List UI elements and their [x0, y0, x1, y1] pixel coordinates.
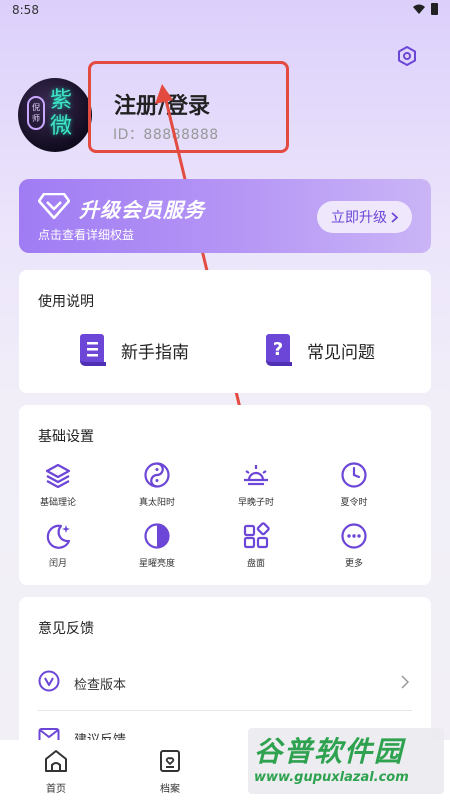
feedback-title: 意见反馈	[38, 621, 94, 637]
sunrise-icon	[244, 465, 268, 486]
faq-item[interactable]: ? 常见问题	[263, 332, 375, 368]
status-icons	[413, 3, 438, 15]
grid-label: 真太阳时	[138, 498, 175, 508]
nav-archive[interactable]: 档案	[130, 740, 210, 800]
avatar-seal: 倪师	[27, 96, 45, 130]
grid-item-leap-month[interactable]: 闰月	[18, 522, 98, 569]
status-bar: 8:58	[0, 0, 450, 22]
faq-label: 常见问题	[307, 342, 375, 363]
avatar[interactable]: 倪师 紫微	[18, 78, 92, 152]
moon-icon	[46, 524, 71, 549]
book-icon	[80, 334, 106, 366]
upgrade-now-label: 立即升级	[331, 210, 387, 226]
watermark: 谷普软件园 www.gupuxlazal.com	[248, 728, 444, 794]
grid-label: 星曜亮度	[138, 559, 175, 569]
grid-label: 基础理论	[39, 498, 76, 508]
check-version-label: 检查版本	[74, 678, 127, 693]
grid-item-star-brightness[interactable]: 星曜亮度	[117, 522, 197, 569]
grid-item-basic-theory[interactable]: 基础理论	[18, 461, 98, 508]
grid-label: 闰月	[48, 559, 67, 569]
vip-subtitle: 点击查看详细权益	[38, 228, 135, 242]
diamond-icon	[38, 193, 70, 219]
grid-item-daylight-saving[interactable]: 夏令时	[314, 461, 394, 508]
vip-banner[interactable]: 升级会员服务 点击查看详细权益 立即升级	[19, 179, 431, 253]
nav-home-label: 首页	[46, 784, 66, 795]
version-icon	[38, 670, 60, 692]
chevron-right-icon	[391, 211, 398, 223]
beginner-guide-label: 新手指南	[121, 342, 189, 363]
contrast-icon	[144, 523, 170, 549]
instructions-card: 使用说明 新手指南 ? 常见问题	[19, 270, 431, 393]
nav-home[interactable]: 首页	[16, 740, 96, 800]
settings-icon[interactable]	[396, 45, 418, 67]
grid-label: 更多	[344, 559, 363, 569]
basic-settings-card: 基础设置 基础理论 真太阳时 早晚子时 夏令时 闰月 星曜亮度 盘面 更多	[19, 405, 431, 585]
instructions-title: 使用说明	[38, 294, 94, 310]
grid-label: 早晚子时	[237, 498, 274, 508]
beginner-guide-item[interactable]: 新手指南	[77, 332, 189, 368]
upgrade-now-button[interactable]: 立即升级	[317, 201, 412, 233]
annotation-highlight-box	[88, 61, 289, 153]
grid-icon	[243, 522, 270, 549]
grid-label: 夏令时	[340, 498, 368, 508]
basic-settings-title: 基础设置	[38, 429, 94, 445]
svg-text:?: ?	[273, 339, 283, 360]
avatar-logo-text: 紫微	[50, 88, 73, 139]
watermark-brand: 谷普软件园	[254, 735, 405, 768]
home-icon	[45, 750, 67, 772]
battery-icon	[431, 3, 438, 15]
check-version-row[interactable]: 检查版本	[19, 657, 431, 707]
divider	[38, 710, 412, 711]
nav-archive-label: 档案	[160, 784, 180, 795]
grid-label: 盘面	[246, 559, 265, 569]
grid-item-more[interactable]: 更多	[314, 522, 394, 569]
watermark-url: www.gupuxlazal.com	[254, 770, 409, 785]
chevron-right-icon	[401, 675, 409, 689]
clock-icon	[341, 462, 367, 488]
grid-item-chart-board[interactable]: 盘面	[216, 522, 296, 569]
grid-item-early-late-zi[interactable]: 早晚子时	[216, 461, 296, 508]
archive-icon	[160, 750, 180, 772]
status-time: 8:58	[12, 3, 39, 17]
yin-yang-icon	[144, 462, 170, 488]
question-book-icon: ?	[266, 334, 292, 366]
wifi-icon	[413, 4, 425, 14]
vip-title: 升级会员服务	[79, 198, 205, 222]
more-icon	[341, 523, 367, 549]
grid-item-true-solar-time[interactable]: 真太阳时	[117, 461, 197, 508]
layers-icon	[45, 463, 71, 489]
